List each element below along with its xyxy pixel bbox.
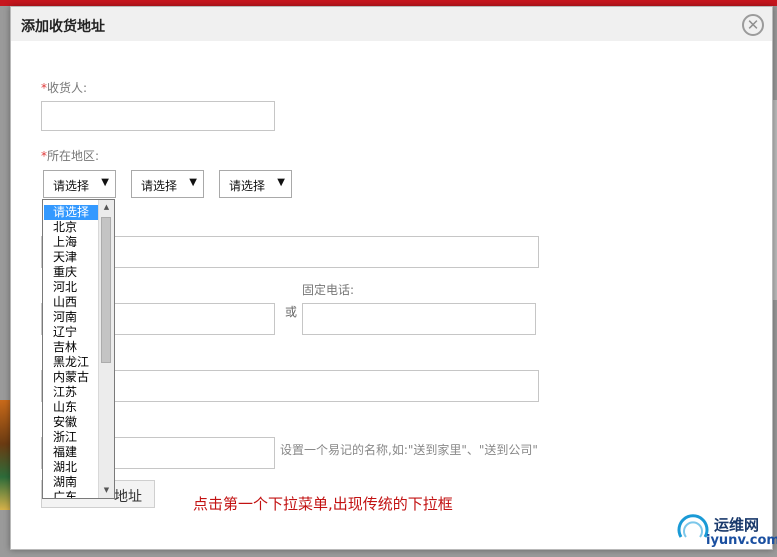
dropdown-option[interactable]: 广东	[44, 490, 100, 498]
dropdown-option[interactable]: 天津	[44, 250, 100, 265]
dialog-title: 添加收货地址	[21, 19, 105, 35]
alias-hint: 设置一个易记的名称,如:"送到家里"、"送到公司"	[280, 443, 538, 457]
region-label: *所在地区:	[41, 147, 99, 164]
scroll-down-icon[interactable]: ▼	[99, 483, 114, 498]
annotation-text: 点击第一个下拉菜单,出现传统的下拉框	[193, 495, 453, 513]
phone-label: 固定电话:	[302, 283, 355, 297]
city-select-value: 请选择	[141, 179, 178, 193]
dropdown-scrollbar[interactable]: ▲ ▼	[98, 200, 114, 498]
street-address-input[interactable]	[41, 236, 539, 268]
receiver-label-text: 收货人:	[47, 81, 88, 95]
chevron-down-icon: ▼	[277, 177, 285, 188]
scroll-up-icon[interactable]: ▲	[99, 200, 114, 215]
province-select[interactable]: 请选择 ▼	[43, 170, 116, 198]
dropdown-option[interactable]: 河北	[44, 280, 100, 295]
scrollbar-thumb[interactable]	[101, 217, 111, 363]
watermark-name: 运维网	[714, 516, 760, 534]
dropdown-option[interactable]: 安徽	[44, 415, 100, 430]
dropdown-option[interactable]: 北京	[44, 220, 100, 235]
dropdown-option[interactable]: 湖北	[44, 460, 100, 475]
dropdown-option[interactable]: 浙江	[44, 430, 100, 445]
receiver-label: *收货人:	[41, 79, 87, 96]
chevron-down-icon: ▼	[189, 177, 197, 188]
dropdown-option[interactable]: 福建	[44, 445, 100, 460]
district-select-value: 请选择	[229, 179, 266, 193]
dropdown-option[interactable]: 上海	[44, 235, 100, 250]
add-address-dialog: 添加收货地址 ✕ *收货人: *所在地区: 请选择 ▼ 请选择 ▼ 请选择 ▼ …	[10, 6, 777, 550]
region-label-text: 所在地区:	[47, 149, 100, 163]
chevron-down-icon: ▼	[101, 177, 109, 188]
close-icon[interactable]: ✕	[742, 14, 764, 36]
dropdown-option[interactable]: 河南	[44, 310, 100, 325]
dropdown-option[interactable]: 请选择	[44, 205, 100, 220]
province-dropdown-list[interactable]: 请选择 北京 上海 天津 重庆 河北 山西 河南 辽宁 吉林 黑龙江 内蒙古 江苏 山东 安徽 浙江 福建 湖北湖…	[42, 199, 115, 499]
dropdown-option[interactable]: 内蒙古	[44, 370, 100, 385]
dropdown-option[interactable]: 吉林	[44, 340, 100, 355]
province-select-value: 请选择	[53, 179, 90, 193]
or-separator: 或	[285, 305, 298, 319]
city-select[interactable]: 请选择 ▼	[131, 170, 204, 198]
email-input[interactable]	[41, 370, 539, 402]
dropdown-option[interactable]: 重庆	[44, 265, 100, 280]
dropdown-option[interactable]: 湖南	[44, 475, 100, 490]
receiver-input[interactable]	[41, 101, 275, 131]
phone-input[interactable]	[302, 303, 536, 335]
district-select[interactable]: 请选择 ▼	[219, 170, 292, 198]
dropdown-option[interactable]: 山东	[44, 400, 100, 415]
dropdown-option[interactable]: 黑龙江	[44, 355, 100, 370]
dropdown-option[interactable]: 江苏	[44, 385, 100, 400]
dialog-header: 添加收货地址 ✕	[11, 7, 772, 41]
watermark-domain: iyunv.com	[706, 533, 777, 548]
dropdown-option[interactable]: 山西	[44, 295, 100, 310]
dropdown-option[interactable]: 辽宁	[44, 325, 100, 340]
